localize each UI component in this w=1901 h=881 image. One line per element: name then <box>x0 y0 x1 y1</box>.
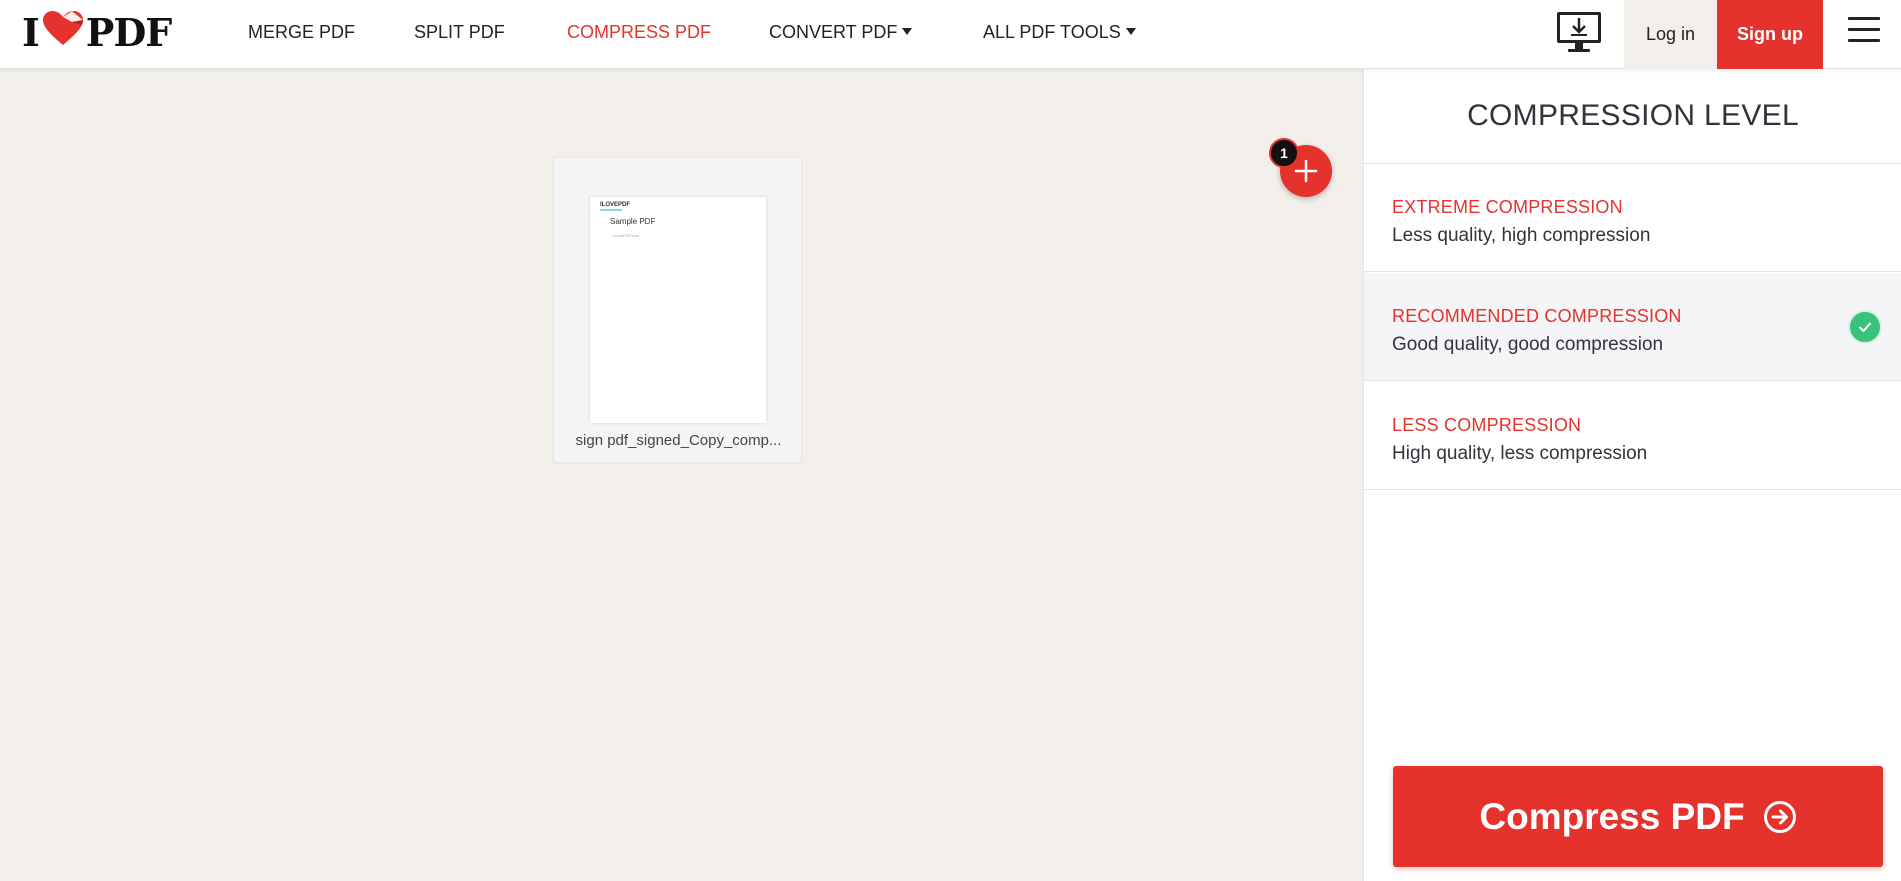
compress-pdf-button[interactable]: Compress PDF <box>1393 766 1883 867</box>
option-title: EXTREME COMPRESSION <box>1392 197 1623 217</box>
nav-label: CONVERT PDF <box>769 22 898 42</box>
thumbnail-logo-bar <box>600 209 622 211</box>
caret-down-icon <box>1125 27 1136 35</box>
sidebar-title: COMPRESSION LEVEL <box>1364 69 1901 164</box>
thumbnail-title: Sample PDF <box>610 217 656 226</box>
hamburger-menu-icon[interactable] <box>1848 17 1880 45</box>
compress-button-label: Compress PDF <box>1479 795 1745 837</box>
caret-down-icon <box>902 27 913 35</box>
nav-label: MERGE PDF <box>248 22 356 42</box>
nav-label: COMPRESS PDF <box>567 22 712 42</box>
nav-label: ALL PDF TOOLS <box>983 22 1121 42</box>
signup-button[interactable]: Sign up <box>1717 0 1823 69</box>
option-title: RECOMMENDED COMPRESSION <box>1392 306 1682 326</box>
options-sidebar: COMPRESSION LEVEL EXTREME COMPRESSION Le… <box>1363 69 1901 881</box>
option-description: Less quality, high compression <box>1392 225 1651 246</box>
heart-icon <box>42 10 84 55</box>
option-description: High quality, less compression <box>1392 443 1648 464</box>
desktop-download-icon[interactable] <box>1556 9 1602 55</box>
ilovepdf-logo[interactable]: I PDF <box>22 9 173 55</box>
nav-split-pdf[interactable]: SPLIT PDF <box>414 22 505 43</box>
file-count-badge: 1 <box>1269 138 1299 168</box>
top-navbar: I PDF MERGE PDF SPLIT PDF COMPRESS PDF C… <box>0 0 1901 69</box>
nav-merge-pdf[interactable]: MERGE PDF <box>248 22 355 43</box>
option-recommended-compression[interactable]: RECOMMENDED COMPRESSION Good quality, go… <box>1364 273 1901 381</box>
thumbnail-logo: ILOVEPDF <box>600 202 631 208</box>
file-card[interactable]: ILOVEPDF Sample PDF ~ iLovePDF.com sign … <box>553 157 802 463</box>
option-less-compression[interactable]: LESS COMPRESSION High quality, less comp… <box>1364 382 1901 490</box>
file-name: sign pdf_signed_Copy_comp... <box>575 432 782 449</box>
logo-suffix: PDF <box>85 9 173 55</box>
pdf-thumbnail: ILOVEPDF Sample PDF ~ iLovePDF.com <box>590 197 766 423</box>
thumbnail-line: ~ iLovePDF.com <box>610 233 640 238</box>
nav-convert-pdf[interactable]: CONVERT PDF <box>769 22 913 43</box>
logo-prefix: I <box>22 9 40 55</box>
file-workspace: ILOVEPDF Sample PDF ~ iLovePDF.com sign … <box>0 69 1363 881</box>
plus-icon <box>1294 159 1318 183</box>
nav-all-pdf-tools[interactable]: ALL PDF TOOLS <box>983 22 1136 43</box>
nav-compress-pdf[interactable]: COMPRESS PDF <box>567 22 711 43</box>
arrow-right-circle-icon <box>1763 800 1797 834</box>
check-icon <box>1848 310 1882 344</box>
login-button[interactable]: Log in <box>1624 0 1717 69</box>
nav-label: SPLIT PDF <box>414 22 505 42</box>
option-title: LESS COMPRESSION <box>1392 415 1582 435</box>
option-description: Good quality, good compression <box>1392 334 1664 355</box>
option-extreme-compression[interactable]: EXTREME COMPRESSION Less quality, high c… <box>1364 164 1901 272</box>
